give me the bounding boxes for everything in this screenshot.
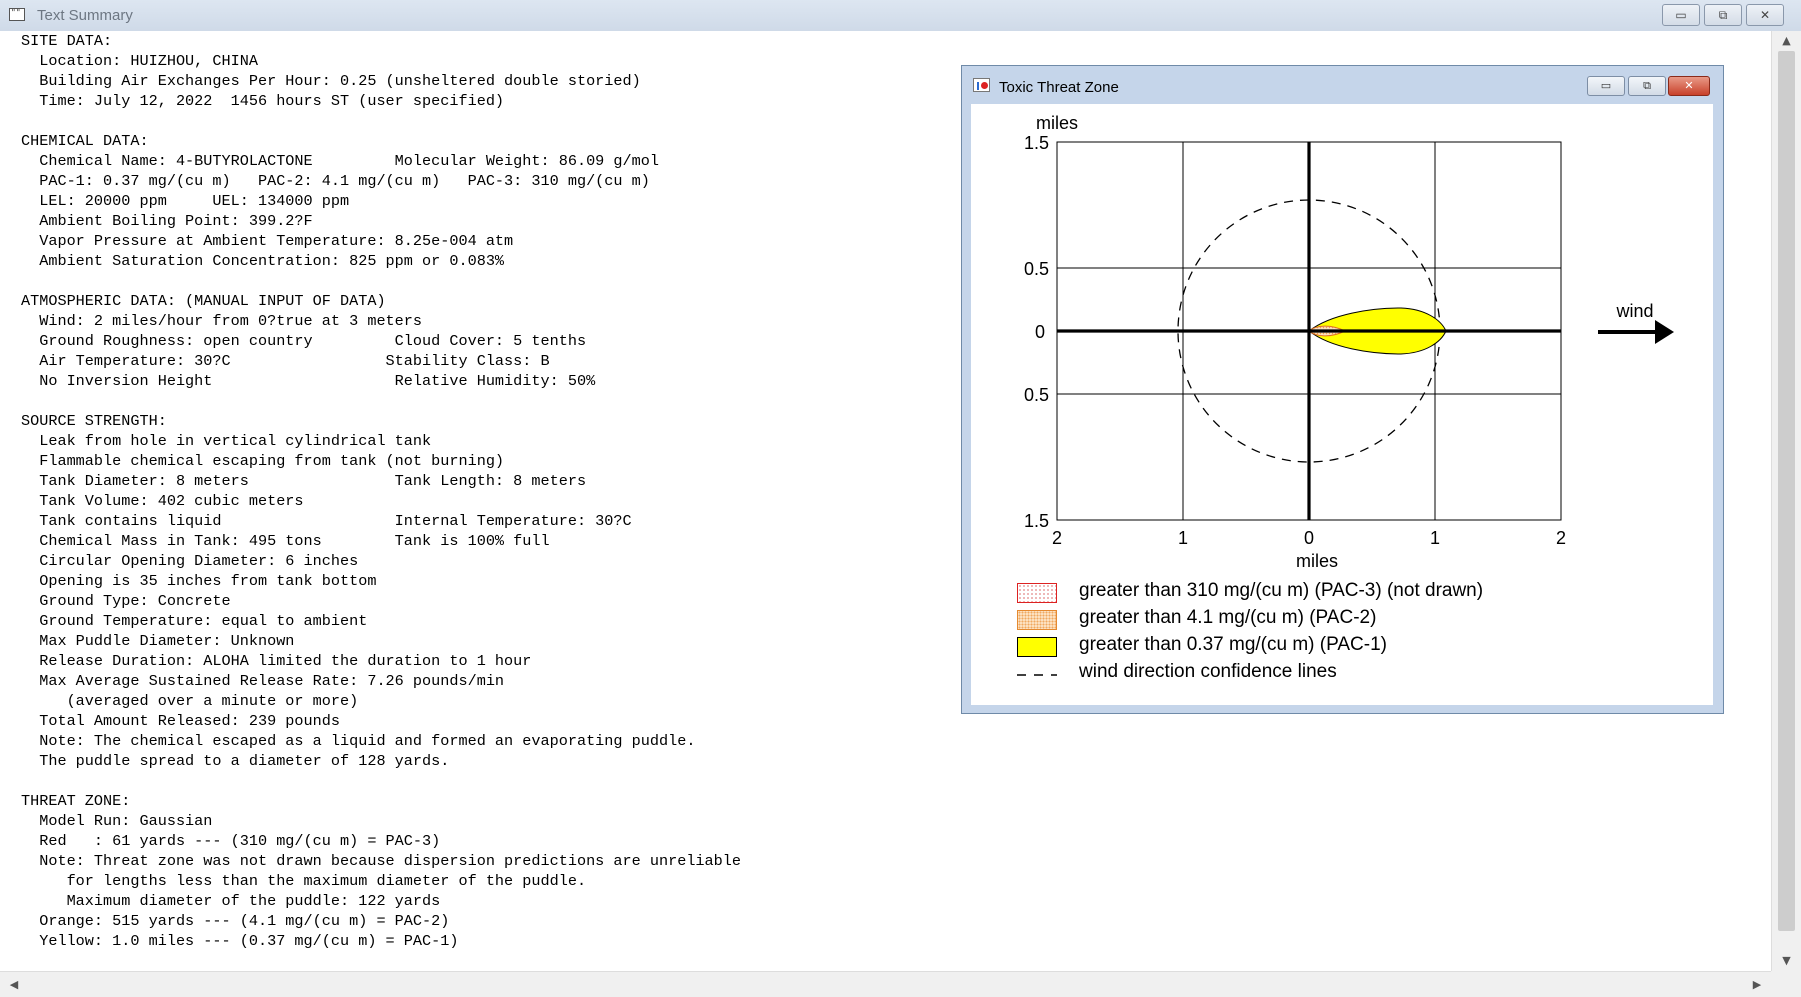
y-tick-label: 0.5 — [1024, 259, 1049, 279]
threat-zone-close-button[interactable]: ✕ — [1668, 76, 1710, 96]
summary-line: Total Amount Released: 239 pounds — [39, 712, 340, 730]
summary-line: Time: July 12, 2022 1456 hours ST (user … — [39, 92, 505, 110]
scroll-right-arrow-icon[interactable]: ▶ — [1745, 972, 1769, 997]
summary-line: SOURCE STRENGTH: — [21, 412, 167, 430]
summary-line: Flammable chemical escaping from tank (n… — [39, 452, 505, 470]
summary-line: Opening is 35 inches from tank bottom — [39, 572, 377, 590]
threat-zone-window[interactable]: Toxic Threat Zone ▭ ⧉ ✕ miles 1.5 0.5 0 … — [961, 65, 1724, 714]
x-tick-label: 1 — [1430, 528, 1440, 548]
x-tick-label: 0 — [1304, 528, 1314, 548]
scrollbar-corner — [1771, 971, 1801, 997]
x-tick-label: 2 — [1052, 528, 1062, 548]
summary-line: Location: HUIZHOU, CHINA — [39, 52, 258, 70]
summary-line: Wind: 2 miles/hour from 0?true at 3 mete… — [39, 312, 423, 330]
app-icon: "" — [9, 8, 25, 21]
summary-line: Max Puddle Diameter: Unknown — [39, 632, 295, 650]
summary-line: Building Air Exchanges Per Hour: 0.25 (u… — [39, 72, 641, 90]
horizontal-scrollbar[interactable]: ◀ ▶ — [0, 971, 1771, 997]
summary-line: LEL: 20000 ppm UEL: 134000 ppm — [39, 192, 350, 210]
summary-line: ATMOSPHERIC DATA: (MANUAL INPUT OF DATA) — [21, 292, 386, 310]
summary-text: SITE DATA: Location: HUIZHOU, CHINA Buil… — [21, 31, 741, 951]
threat-zone-title: Toxic Threat Zone — [999, 79, 1119, 96]
summary-line: Vapor Pressure at Ambient Temperature: 8… — [39, 232, 514, 250]
close-button[interactable]: ✕ — [1746, 4, 1784, 26]
window-titlebar: "" Text Summary ▭ ⧉ ✕ — [0, 0, 1801, 32]
summary-line: Yellow: 1.0 miles --- (0.37 mg/(cu m) = … — [39, 932, 459, 950]
summary-line: The puddle spread to a diameter of 128 y… — [39, 752, 450, 770]
summary-line: Ambient Boiling Point: 399.2?F — [39, 212, 313, 230]
y-tick-label: 0 — [1035, 322, 1045, 342]
summary-line: Note: Threat zone was not drawn because … — [39, 852, 742, 870]
pac2-swatch — [1017, 610, 1057, 630]
legend-label: wind direction confidence lines — [1079, 661, 1337, 682]
x-tick-label: 1 — [1178, 528, 1188, 548]
summary-line: THREAT ZONE: — [21, 792, 131, 810]
threat-zone-titlebar[interactable]: Toxic Threat Zone ▭ ⧉ ✕ — [962, 66, 1723, 103]
summary-line: Ground Temperature: equal to ambient — [39, 612, 368, 630]
summary-line: Release Duration: ALOHA limited the dura… — [39, 652, 532, 670]
legend-label: greater than 310 mg/(cu m) (PAC-3) (not … — [1079, 580, 1484, 601]
threat-zone-plot-area: miles 1.5 0.5 0 0.5 1.5 2 1 0 1 2 miles … — [971, 104, 1713, 705]
maximize-button[interactable]: ⧉ — [1704, 4, 1742, 26]
summary-line: Circular Opening Diameter: 6 inches — [39, 552, 359, 570]
summary-line: No Inversion Height Relative Humidity: 5… — [39, 372, 596, 390]
vertical-scrollbar[interactable]: ▲ ▼ — [1771, 31, 1801, 971]
summary-line: Leak from hole in vertical cylindrical t… — [39, 432, 432, 450]
legend-label: greater than 0.37 mg/(cu m) (PAC-1) — [1079, 634, 1387, 655]
pac1-swatch — [1017, 637, 1057, 657]
pac3-swatch — [1017, 583, 1057, 603]
minimize-button[interactable]: ▭ — [1662, 4, 1700, 26]
scroll-left-arrow-icon[interactable]: ◀ — [2, 972, 26, 997]
summary-line: for lengths less than the maximum diamet… — [66, 872, 587, 890]
summary-line: Ground Roughness: open country Cloud Cov… — [39, 332, 587, 350]
wind-arrow-icon — [1598, 320, 1674, 344]
summary-line: Tank Volume: 402 cubic meters — [39, 492, 304, 510]
summary-line: (averaged over a minute or more) — [66, 692, 359, 710]
summary-line: Chemical Name: 4-BUTYROLACTONE Molecular… — [39, 152, 659, 170]
y-tick-label: 1.5 — [1024, 133, 1049, 153]
summary-line: Max Average Sustained Release Rate: 7.26… — [39, 672, 505, 690]
threat-zone-plot: miles 1.5 0.5 0 0.5 1.5 2 1 0 1 2 miles … — [1024, 113, 1674, 571]
dashed-line-icon — [1017, 674, 1057, 676]
y-unit-label: miles — [1036, 113, 1078, 133]
threat-zone-minimize-button[interactable]: ▭ — [1587, 76, 1625, 96]
window-title: Text Summary — [37, 7, 133, 24]
summary-line: CHEMICAL DATA: — [21, 132, 149, 150]
threat-zone-maximize-button[interactable]: ⧉ — [1628, 76, 1666, 96]
summary-line: Air Temperature: 30?C Stability Class: B — [39, 352, 550, 370]
x-axis-label: miles — [1296, 551, 1338, 571]
vertical-scroll-thumb[interactable] — [1778, 51, 1795, 931]
legend-label: greater than 4.1 mg/(cu m) (PAC-2) — [1079, 607, 1377, 628]
summary-line: SITE DATA: — [21, 32, 113, 50]
summary-line: Tank contains liquid Internal Temperatur… — [39, 512, 632, 530]
summary-line: Red : 61 yards --- (310 mg/(cu m) = PAC-… — [39, 832, 441, 850]
wind-label: wind — [1615, 301, 1653, 321]
scroll-up-arrow-icon[interactable]: ▲ — [1772, 31, 1801, 51]
summary-line: Maximum diameter of the puddle: 122 yard… — [66, 892, 441, 910]
summary-line: Orange: 515 yards --- (4.1 mg/(cu m) = P… — [39, 912, 450, 930]
y-tick-label: 1.5 — [1024, 511, 1049, 531]
x-tick-label: 2 — [1556, 528, 1566, 548]
summary-line: PAC-1: 0.37 mg/(cu m) PAC-2: 4.1 mg/(cu … — [39, 172, 650, 190]
summary-line: Model Run: Gaussian — [39, 812, 213, 830]
summary-line: Note: The chemical escaped as a liquid a… — [39, 732, 696, 750]
scroll-down-arrow-icon[interactable]: ▼ — [1772, 951, 1801, 971]
y-tick-label: 0.5 — [1024, 385, 1049, 405]
chart-icon — [973, 78, 990, 92]
summary-line: Ambient Saturation Concentration: 825 pp… — [39, 252, 505, 270]
summary-line: Chemical Mass in Tank: 495 tons Tank is … — [39, 532, 550, 550]
summary-line: Tank Diameter: 8 meters Tank Length: 8 m… — [39, 472, 587, 490]
summary-line: Ground Type: Concrete — [39, 592, 231, 610]
